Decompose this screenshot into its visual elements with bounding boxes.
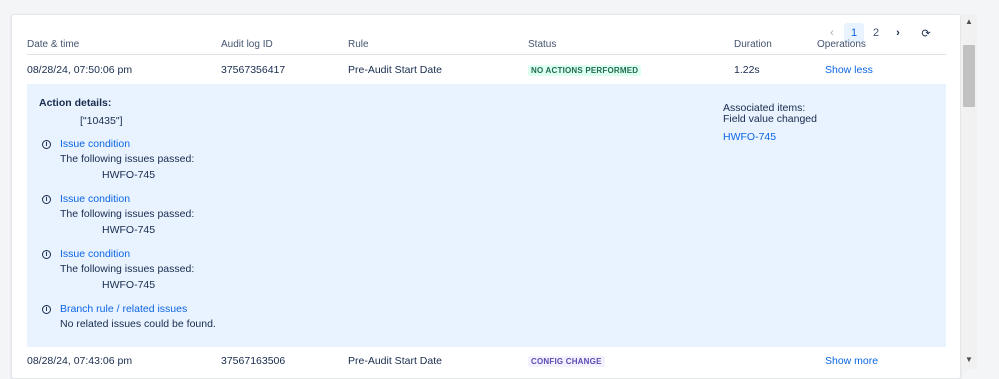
issue-key: HWFO-745 xyxy=(102,279,156,291)
row-rule: Pre-Audit Start Date xyxy=(348,355,442,367)
branch-rule-text: No related issues could be found. xyxy=(60,318,216,330)
info-icon: i xyxy=(42,195,51,204)
row-audit-id: 37567356417 xyxy=(221,64,286,76)
column-header-audit-id[interactable]: Audit log ID xyxy=(221,39,273,50)
branch-rule-link[interactable]: Branch rule / related issues xyxy=(60,303,187,315)
issue-condition-link[interactable]: Issue condition xyxy=(60,193,130,205)
column-header-duration[interactable]: Duration xyxy=(734,39,772,50)
scroll-down-icon[interactable]: ▼ xyxy=(964,355,974,365)
table-row: 08/28/24, 07:43:06 pm 37567163506 Pre-Au… xyxy=(27,347,946,375)
vertical-scrollbar[interactable]: ▲ ▼ xyxy=(961,14,977,369)
issue-condition-link[interactable]: Issue condition xyxy=(60,138,130,150)
column-header-status[interactable]: Status xyxy=(528,39,556,50)
associated-items-subtitle: Field value changed xyxy=(723,113,817,125)
action-details-title: Action details: xyxy=(39,97,112,109)
scrollbar-thumb[interactable] xyxy=(963,45,975,107)
row-rule: Pre-Audit Start Date xyxy=(348,64,442,76)
status-badge: NO ACTIONS PERFORMED xyxy=(528,65,642,76)
scroll-up-icon[interactable]: ▲ xyxy=(964,17,974,27)
associated-issue-link[interactable]: HWFO-745 xyxy=(723,131,776,143)
info-icon: i xyxy=(42,250,51,259)
action-details-value: ["10435"] xyxy=(80,115,123,127)
show-less-link[interactable]: Show less xyxy=(825,64,873,76)
table-row: 08/28/24, 07:50:06 pm 37567356417 Pre-Au… xyxy=(27,56,946,84)
column-header-datetime[interactable]: Date & time xyxy=(27,39,79,50)
show-more-link[interactable]: Show more xyxy=(825,355,878,367)
issue-key: HWFO-745 xyxy=(102,224,156,236)
column-header-rule[interactable]: Rule xyxy=(348,39,369,50)
issue-condition-text: The following issues passed: xyxy=(60,263,195,275)
row-datetime: 08/28/24, 07:43:06 pm xyxy=(27,355,133,367)
table-header: Date & time Audit log ID Rule Status Dur… xyxy=(27,35,946,55)
issue-condition-text: The following issues passed: xyxy=(60,153,195,165)
row-audit-id: 37567163506 xyxy=(221,355,286,367)
issue-condition-text: The following issues passed: xyxy=(60,208,195,220)
action-details-panel: Action details: ["10435"] i Issue condit… xyxy=(27,84,946,347)
info-icon: i xyxy=(42,305,51,314)
issue-condition-link[interactable]: Issue condition xyxy=(60,248,130,260)
row-datetime: 08/28/24, 07:50:06 pm xyxy=(27,64,133,76)
issue-key: HWFO-745 xyxy=(102,169,156,181)
status-badge: CONFIG CHANGE xyxy=(528,356,605,367)
row-duration: 1.22s xyxy=(734,64,760,76)
audit-log-panel: ‹ 1 2 › ⟳ Date & time Audit log ID Rule … xyxy=(11,14,961,379)
column-header-operations: Operations xyxy=(817,39,866,50)
info-icon: i xyxy=(42,140,51,149)
